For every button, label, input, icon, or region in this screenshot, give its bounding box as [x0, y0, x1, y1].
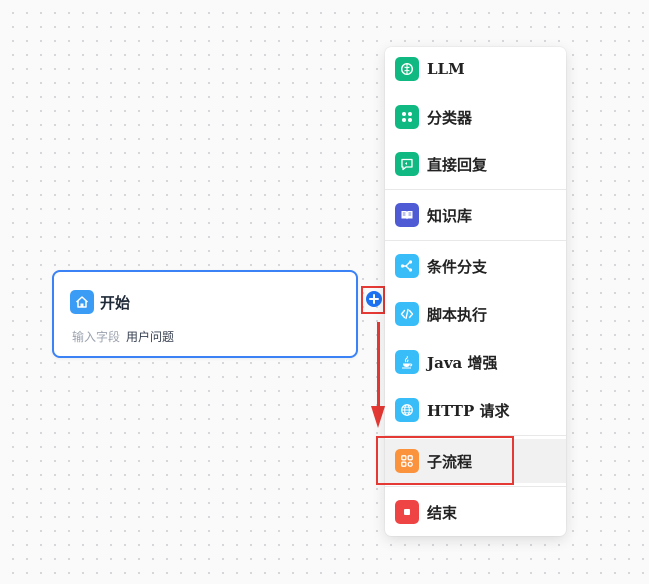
start-node[interactable]: 开始 输入字段 用户问题	[52, 270, 358, 358]
branch-icon	[395, 254, 419, 278]
add-button-highlight	[361, 286, 385, 314]
menu-item-label: 结束	[427, 503, 458, 522]
menu-item-label: 条件分支	[427, 257, 488, 276]
java-icon	[395, 350, 419, 374]
menu-separator	[385, 486, 566, 487]
menu-item-direct-reply[interactable]: 直接回复	[385, 142, 566, 186]
start-node-title: 开始	[100, 293, 131, 312]
menu-item-condition-branch[interactable]: 条件分支	[385, 244, 566, 288]
annotation-arrow-head	[371, 406, 385, 428]
menu-item-label: 知识库	[427, 206, 473, 225]
grid-icon	[395, 105, 419, 129]
menu-separator	[385, 240, 566, 241]
book-icon	[395, 203, 419, 227]
menu-item-label: 脚本执行	[427, 305, 488, 324]
code-icon	[395, 302, 419, 326]
menu-item-label: Java 增强	[427, 353, 498, 372]
field-label: 输入字段	[72, 330, 121, 344]
brain-icon	[395, 57, 419, 81]
globe-icon	[395, 398, 419, 422]
menu-item-classifier[interactable]: 分类器	[385, 95, 566, 139]
menu-item-knowledge-base[interactable]: 知识库	[385, 193, 566, 237]
menu-item-end[interactable]: 结束	[385, 490, 566, 534]
menu-item-llm[interactable]: LLM	[385, 47, 566, 91]
menu-item-label: 分类器	[427, 108, 473, 127]
menu-item-java-enhance[interactable]: Java 增强	[385, 340, 566, 384]
menu-item-label: 直接回复	[427, 155, 488, 174]
reply-icon	[395, 152, 419, 176]
field-value: 用户问题	[126, 330, 175, 344]
menu-item-label: HTTP 请求	[427, 401, 510, 420]
home-icon	[70, 290, 94, 314]
menu-item-label: LLM	[427, 60, 465, 78]
subflow-highlight	[376, 436, 514, 485]
start-node-header: 开始	[70, 290, 130, 314]
annotation-arrow-line	[377, 322, 380, 410]
stop-icon	[395, 500, 419, 524]
menu-separator	[385, 189, 566, 190]
start-node-field: 输入字段 用户问题	[72, 328, 174, 345]
menu-item-script-execution[interactable]: 脚本执行	[385, 292, 566, 336]
menu-item-http-request[interactable]: HTTP 请求	[385, 388, 566, 432]
